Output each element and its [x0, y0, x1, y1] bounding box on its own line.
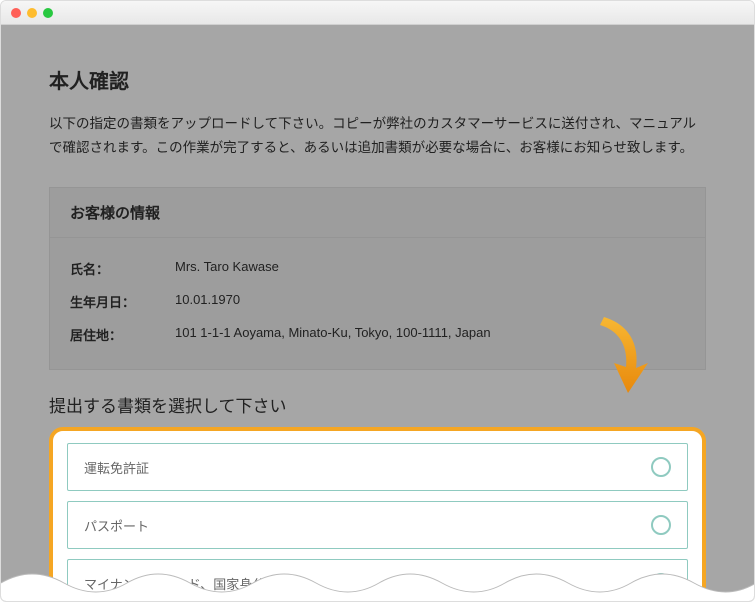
maximize-icon[interactable] — [43, 8, 53, 18]
document-option-passport[interactable]: パスポート — [67, 501, 688, 549]
info-label: 生年月日： — [70, 292, 175, 311]
attention-arrow-icon — [584, 313, 654, 403]
info-value: 10.01.1970 — [175, 292, 685, 311]
page-intro: 以下の指定の書類をアップロードして下さい。コピーが弊社のカスタマーサービスに送付… — [49, 112, 706, 159]
page-title: 本人確認 — [49, 65, 706, 94]
minimize-icon[interactable] — [27, 8, 37, 18]
info-label: 氏名： — [70, 259, 175, 278]
window-titlebar — [1, 1, 754, 25]
close-icon[interactable] — [11, 8, 21, 18]
app-window: 本人確認 以下の指定の書類をアップロードして下さい。コピーが弊社のカスタマーサー… — [0, 0, 755, 602]
customer-info-header: お客様の情報 — [50, 188, 705, 238]
info-value: Mrs. Taro Kawase — [175, 259, 685, 278]
page-torn-edge — [1, 563, 755, 602]
info-row-name: 氏名： Mrs. Taro Kawase — [70, 252, 685, 285]
document-option-drivers-license[interactable]: 運転免許証 — [67, 443, 688, 491]
radio-icon[interactable] — [651, 457, 671, 477]
document-option-label: 運転免許証 — [84, 458, 149, 477]
document-option-label: パスポート — [84, 516, 149, 535]
info-label: 居住地： — [70, 325, 175, 344]
radio-icon[interactable] — [651, 515, 671, 535]
